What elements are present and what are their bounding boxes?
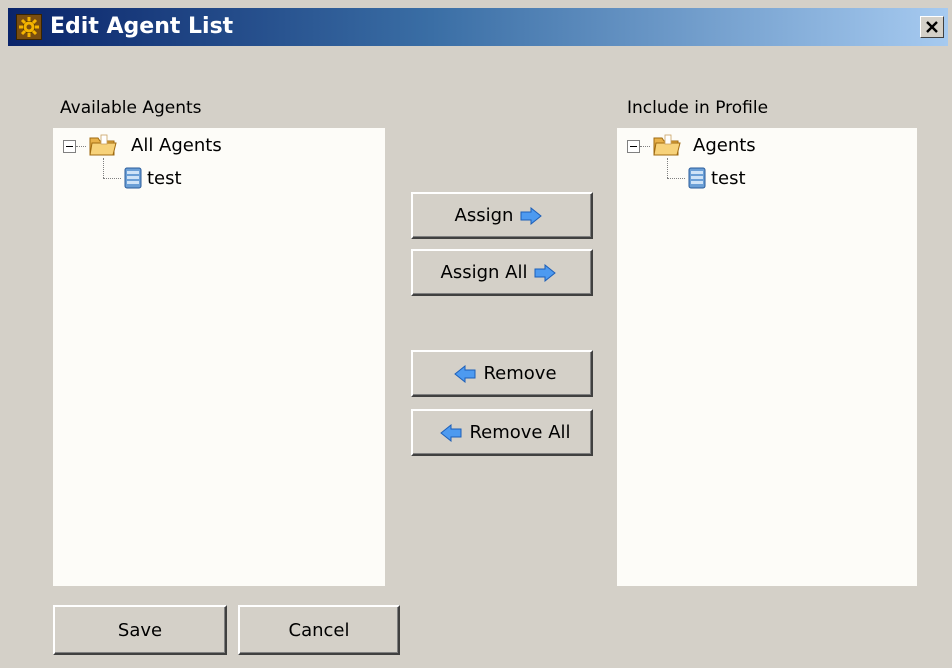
collapse-toggle-icon[interactable] <box>63 140 76 153</box>
tree-root-agents[interactable]: Agents <box>693 131 756 159</box>
tree-node-label: All Agents <box>131 134 222 156</box>
assign-label: Assign <box>454 205 514 226</box>
tree-node-label: Agents <box>693 134 756 156</box>
edit-agent-list-dialog: Edit Agent List Available Agents All Age… <box>0 0 952 668</box>
window-title: Edit Agent List <box>50 14 234 39</box>
gear-icon <box>16 14 42 40</box>
arrow-right-icon <box>534 263 557 282</box>
cancel-label: Cancel <box>288 619 350 641</box>
tree-root-all-agents[interactable]: All Agents <box>131 131 222 159</box>
agent-server-icon <box>124 167 142 189</box>
assign-button[interactable]: Assign <box>411 192 593 239</box>
remove-all-label: Remove All <box>469 422 571 443</box>
include-in-profile-label: Include in Profile <box>627 98 769 118</box>
arrow-left-icon <box>454 364 476 383</box>
tree-item-test[interactable]: test <box>711 164 746 192</box>
arrow-right-icon <box>520 206 543 225</box>
tree-item-test[interactable]: test <box>147 164 182 192</box>
close-icon[interactable] <box>920 16 944 38</box>
agent-server-icon <box>688 167 706 189</box>
assign-all-button[interactable]: Assign All <box>411 249 593 296</box>
arrow-left-icon <box>440 423 462 442</box>
remove-all-button[interactable]: Remove All <box>411 409 593 456</box>
title-bar[interactable]: Edit Agent List <box>8 8 948 46</box>
assign-all-label: Assign All <box>440 262 528 283</box>
remove-button[interactable]: Remove <box>411 350 593 397</box>
available-agents-tree[interactable]: All Agents test <box>53 128 385 586</box>
available-agents-label: Available Agents <box>60 98 202 118</box>
folder-icon <box>89 134 117 156</box>
remove-label: Remove <box>483 363 557 384</box>
folder-icon <box>653 134 681 156</box>
include-in-profile-tree[interactable]: Agents test <box>617 128 917 586</box>
save-label: Save <box>117 619 163 641</box>
collapse-toggle-icon[interactable] <box>627 140 640 153</box>
tree-node-label: test <box>711 167 746 189</box>
save-button[interactable]: Save <box>53 605 227 655</box>
cancel-button[interactable]: Cancel <box>238 605 400 655</box>
tree-node-label: test <box>147 167 182 189</box>
